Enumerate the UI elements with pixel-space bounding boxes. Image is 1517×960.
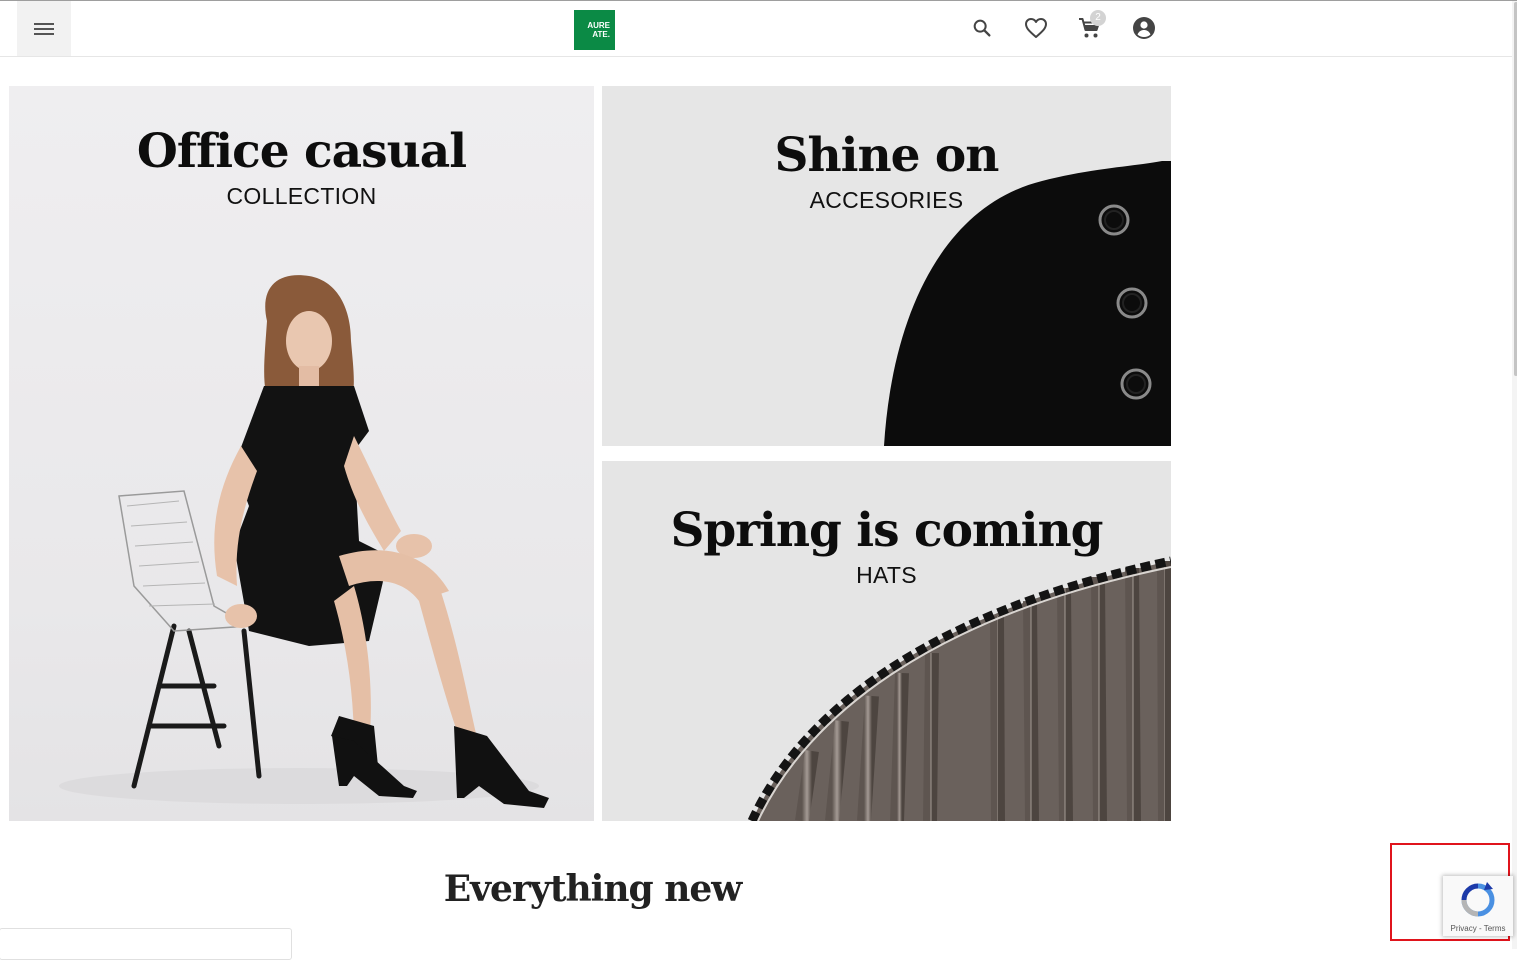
banner-office-casual[interactable]: Office casual COLLECTION	[9, 86, 594, 821]
brand-logo[interactable]: AURE ATE.	[574, 10, 615, 50]
logo-line-2: ATE.	[592, 30, 610, 39]
banner-title: Spring is coming	[670, 503, 1103, 558]
cart-count-badge: 2	[1090, 10, 1106, 26]
wishlist-button[interactable]	[1023, 15, 1049, 41]
banner-spring-is-coming[interactable]: Spring is coming HATS	[602, 461, 1171, 821]
account-button[interactable]	[1131, 15, 1157, 41]
logo-line-1: AURE	[587, 21, 610, 30]
recaptcha-badge[interactable]: Privacy - Terms	[1443, 876, 1513, 936]
recaptcha-icon	[1461, 882, 1495, 917]
heart-icon	[1025, 18, 1047, 38]
privacy-link[interactable]: Privacy	[1451, 924, 1477, 933]
banner-shine-on[interactable]: Shine on ACCESORIES	[602, 86, 1171, 446]
banner-subtitle: HATS	[856, 562, 917, 588]
menu-button[interactable]	[17, 1, 71, 56]
terms-link[interactable]: Terms	[1484, 924, 1506, 933]
search-icon	[973, 19, 991, 37]
menu-icon	[34, 22, 54, 35]
banner-title: Shine on	[774, 128, 1000, 183]
banner-subtitle: ACCESORIES	[809, 187, 964, 213]
section-title: Everything new	[443, 868, 743, 910]
account-icon	[1133, 17, 1155, 39]
search-button[interactable]	[969, 15, 995, 41]
product-card[interactable]	[0, 928, 292, 960]
site-header: AURE ATE. 2	[0, 1, 1512, 57]
banner-title: Office casual	[136, 124, 467, 179]
link-separator: -	[1476, 924, 1484, 933]
banner-subtitle: COLLECTION	[226, 183, 377, 209]
recaptcha-links: Privacy - Terms	[1443, 924, 1513, 933]
